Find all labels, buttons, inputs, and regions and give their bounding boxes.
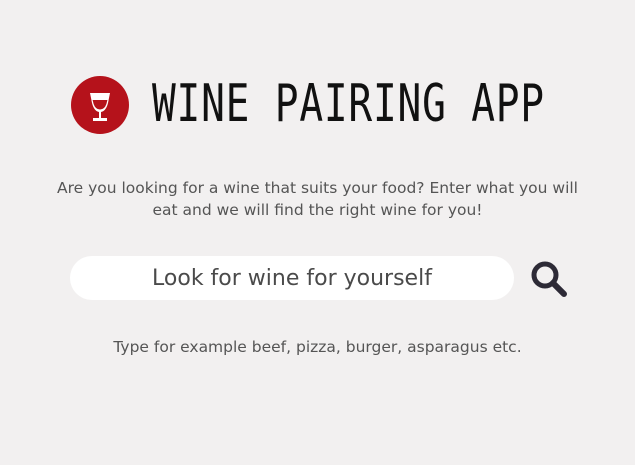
search-input[interactable] (70, 256, 514, 300)
intro-line-1: Are you looking for a wine that suits yo… (56, 179, 578, 197)
intro-line-2: eat and we will find the right wine for … (152, 201, 483, 219)
search-icon (531, 261, 567, 297)
intro-text: Are you looking for a wine that suits yo… (16, 177, 619, 221)
example-hint: Type for example beef, pizza, burger, as… (113, 338, 522, 356)
app-title: WINE PAIRING APP (152, 74, 545, 134)
search-button[interactable] (528, 258, 570, 300)
wine-glass-logo-icon (71, 76, 129, 134)
